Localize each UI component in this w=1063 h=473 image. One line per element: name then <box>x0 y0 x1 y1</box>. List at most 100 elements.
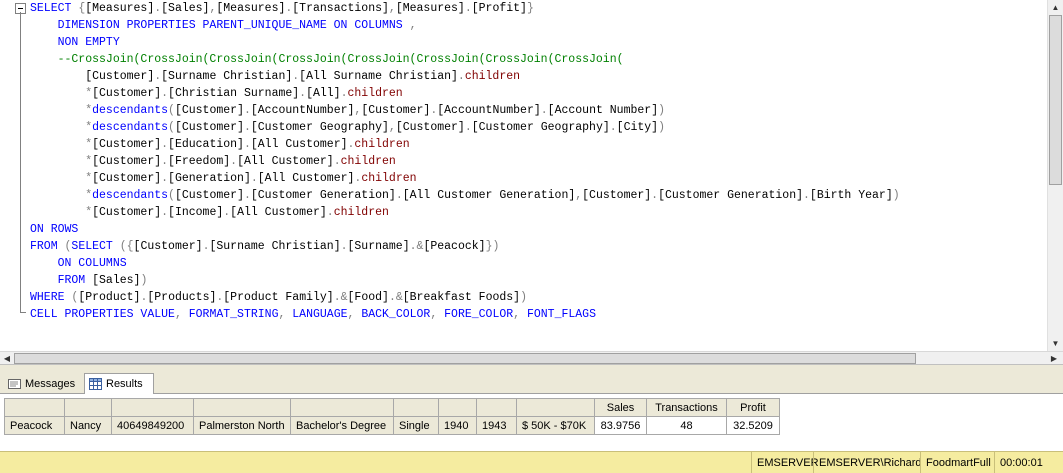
code-line[interactable]: *[Customer].[Income].[All Customer].chil… <box>30 204 900 221</box>
code-line[interactable]: SELECT {[Measures].[Sales],[Measures].[T… <box>30 0 900 17</box>
code-line[interactable]: *descendants([Customer].[Customer Geogra… <box>30 119 900 136</box>
vertical-scroll-thumb[interactable] <box>1049 15 1062 185</box>
scroll-left-arrow-icon[interactable]: ◀ <box>0 352 14 364</box>
code-token: descendants <box>92 121 169 134</box>
outline-guide <box>20 12 21 313</box>
code-token: . <box>243 189 251 202</box>
code-token: . <box>161 87 169 100</box>
code-line[interactable]: *descendants([Customer].[Customer Genera… <box>30 187 899 204</box>
code-token: . <box>540 104 548 117</box>
code-line[interactable]: --CrossJoin(CrossJoin(CrossJoin(CrossJoi… <box>30 51 900 68</box>
code-token: . <box>803 189 810 202</box>
grid-cell-transactions[interactable]: 48 <box>646 416 727 435</box>
code-token: [Customer Generation] <box>250 189 396 202</box>
grid-header-cell[interactable] <box>4 398 65 417</box>
code-token: [Account Number] <box>547 104 659 117</box>
code-token: ({ <box>119 240 134 253</box>
code-token: children <box>347 87 403 100</box>
grid-cell-sales[interactable]: 83.9756 <box>594 416 647 435</box>
code-token: CELL PROPERTIES VALUE <box>30 308 175 321</box>
code-line[interactable]: ON ROWS <box>30 221 900 238</box>
code-token: [Profit] <box>471 2 527 15</box>
code-token: [Customer Geography] <box>471 121 610 134</box>
scroll-up-arrow-icon[interactable]: ▲ <box>1048 0 1063 15</box>
code-token: [Customer] <box>92 138 162 151</box>
grid-row-header-cell[interactable]: Bachelor's Degree <box>290 416 394 435</box>
code-line[interactable]: *[Customer].[Generation].[All Customer].… <box>30 170 900 187</box>
scroll-right-arrow-icon[interactable]: ▶ <box>1047 352 1061 364</box>
messages-icon <box>8 378 21 390</box>
grid-header-cell[interactable] <box>393 398 439 417</box>
grid-icon <box>89 378 102 390</box>
grid-row-header-cell[interactable]: Single <box>393 416 439 435</box>
status-bar: EMSERVER EMSERVER\Richard FoodmartFull 0… <box>0 451 1063 473</box>
code-token: LANGUAGE <box>292 308 348 321</box>
tab-results[interactable]: Results <box>84 373 154 394</box>
grid-header-cell[interactable] <box>476 398 517 417</box>
grid-row-header-cell[interactable]: Peacock <box>4 416 65 435</box>
code-token: [Customer] <box>92 172 162 185</box>
code-line[interactable]: NON EMPTY <box>30 34 900 51</box>
status-user: EMSERVER\Richard <box>813 452 922 473</box>
code-token: [Birth Year] <box>809 189 893 202</box>
pane-splitter[interactable] <box>0 364 1063 372</box>
code-line[interactable]: WHERE ([Product].[Products].[Product Fam… <box>30 289 900 306</box>
grid-cell-profit[interactable]: 32.5209 <box>726 416 780 435</box>
grid-row-header-cell[interactable]: Palmerston North <box>193 416 291 435</box>
code-token: , <box>409 19 417 32</box>
grid-header-cell[interactable] <box>438 398 477 417</box>
grid-row-header-cell[interactable]: 40649849200 <box>111 416 194 435</box>
grid-row-header-cell[interactable]: 1943 <box>476 416 517 435</box>
code-token: . <box>333 155 341 168</box>
code-token: . <box>250 172 258 185</box>
code-token: [Customer] <box>582 189 652 202</box>
code-token: ) <box>140 274 148 287</box>
grid-row-header-cell[interactable]: Nancy <box>64 416 112 435</box>
code-token: [All Surname Christian] <box>299 70 458 83</box>
code-line[interactable]: *[Customer].[Education].[All Customer].c… <box>30 136 900 153</box>
code-token: [Christian Surname] <box>168 87 300 100</box>
editor-horizontal-scrollbar[interactable]: ◀ ▶ <box>0 351 1063 364</box>
horizontal-scroll-thumb[interactable] <box>14 353 916 364</box>
code-token: . <box>340 240 348 253</box>
grid-header-cell[interactable] <box>290 398 394 417</box>
grid-header-transactions[interactable]: Transactions <box>646 398 727 417</box>
grid-header-cell[interactable] <box>193 398 291 417</box>
code-line[interactable]: *descendants([Customer].[AccountNumber],… <box>30 102 900 119</box>
code-line[interactable]: *[Customer].[Christian Surname].[All].ch… <box>30 85 900 102</box>
query-text[interactable]: SELECT {[Measures].[Sales],[Measures].[T… <box>30 0 900 323</box>
code-line[interactable]: ON COLUMNS <box>30 255 900 272</box>
query-editor[interactable]: SELECT {[Measures].[Sales],[Measures].[T… <box>0 0 1047 351</box>
code-token: children <box>464 70 521 83</box>
code-line[interactable]: FROM (SELECT ({[Customer].[Surname Chris… <box>30 238 900 255</box>
code-token: [Customer] <box>174 121 244 134</box>
code-token: children <box>340 155 396 168</box>
code-token: . <box>464 2 472 15</box>
code-token: [Sales] <box>92 274 141 287</box>
grid-row-header-cell[interactable]: $ 50K - $70K <box>516 416 595 435</box>
status-database: FoodmartFull <box>920 452 994 473</box>
grid-header-profit[interactable]: Profit <box>726 398 780 417</box>
code-line[interactable]: *[Customer].[Freedom].[All Customer].chi… <box>30 153 900 170</box>
grid-row-header-cell[interactable]: 1940 <box>438 416 477 435</box>
editor-vertical-scrollbar[interactable]: ▲ ▼ <box>1047 0 1063 351</box>
code-token: [AccountNumber] <box>437 104 541 117</box>
code-token: . <box>395 189 403 202</box>
code-line[interactable]: CELL PROPERTIES VALUE, FORMAT_STRING, LA… <box>30 306 900 323</box>
tab-messages[interactable]: Messages <box>4 374 82 394</box>
code-line[interactable]: DIMENSION PROPERTIES PARENT_UNIQUE_NAME … <box>30 17 900 34</box>
grid-header-cell[interactable] <box>111 398 194 417</box>
grid-header-cell[interactable] <box>64 398 112 417</box>
code-token: [All Customer] <box>237 155 334 168</box>
code-token: ( <box>168 189 175 202</box>
code-line[interactable]: FROM [Sales]) <box>30 272 900 289</box>
code-token: . <box>161 206 169 219</box>
code-token: [Customer Generation] <box>658 189 804 202</box>
code-token: [Customer Geography] <box>250 121 389 134</box>
grid-header-sales[interactable]: Sales <box>594 398 647 417</box>
code-line[interactable]: [Customer].[Surname Christian].[All Surn… <box>30 68 900 85</box>
results-grid[interactable]: Sales Transactions Profit Peacock Nancy … <box>4 398 780 435</box>
grid-header-cell[interactable] <box>516 398 595 417</box>
scroll-down-arrow-icon[interactable]: ▼ <box>1048 336 1063 351</box>
code-token: SELECT <box>71 240 120 253</box>
